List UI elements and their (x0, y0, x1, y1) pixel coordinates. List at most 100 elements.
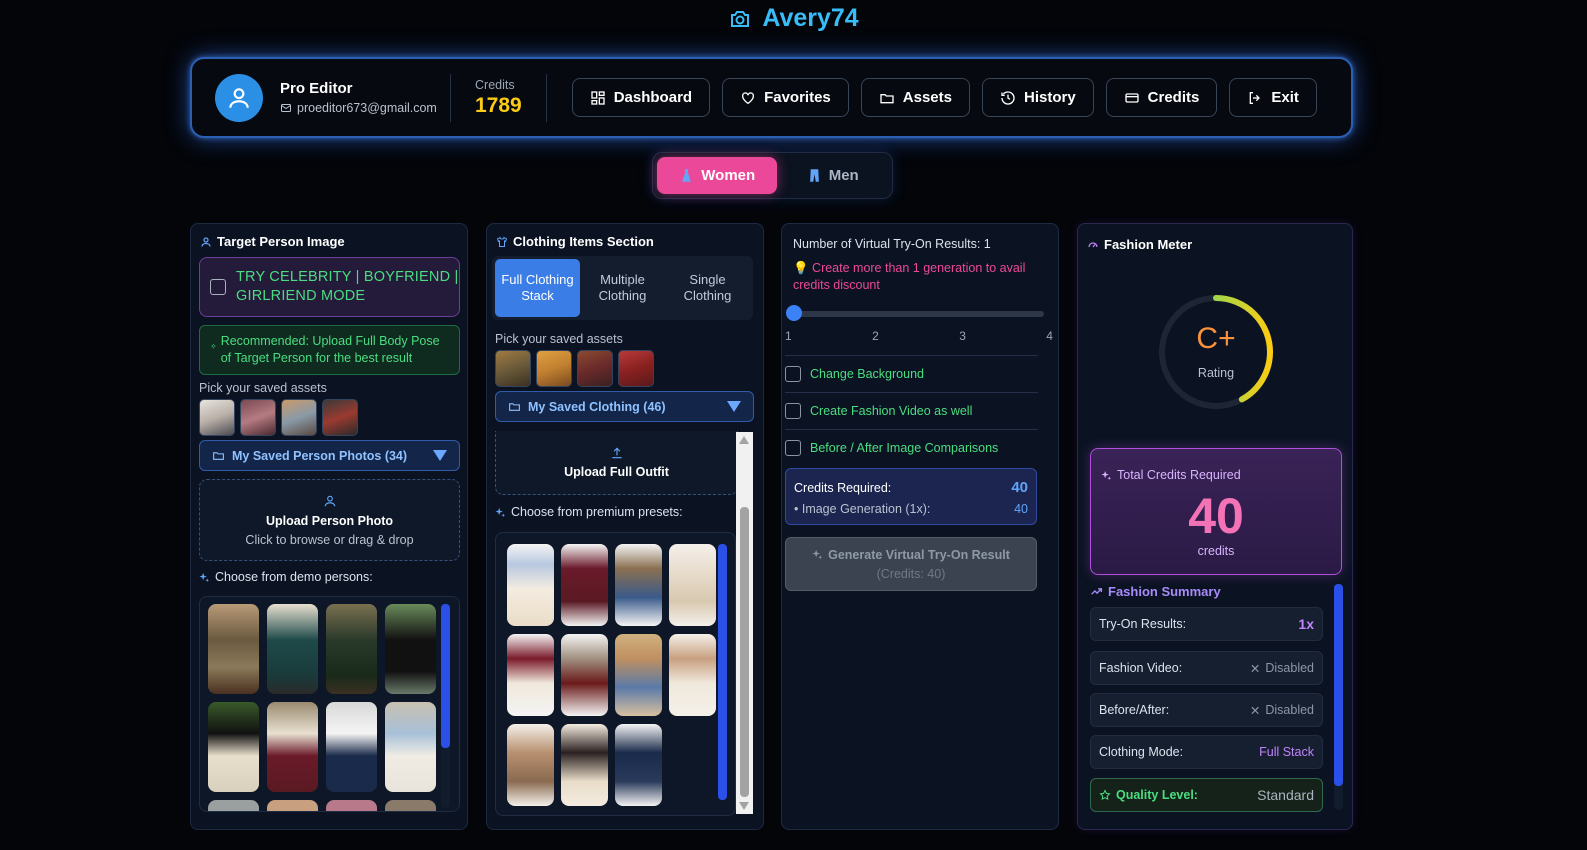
upload-full-outfit[interactable]: Upload Full Outfit (495, 431, 738, 495)
target-person-panel: Target Person Image TRY CELEBRITY | BOYF… (190, 223, 468, 830)
preset-thumb[interactable] (507, 634, 554, 716)
mode-full-stack[interactable]: Full Clothing Stack (495, 259, 580, 317)
image-generation-label: • Image Generation (1x): (794, 502, 931, 516)
results-slider[interactable] (793, 311, 1044, 317)
clothing-panel: Clothing Items Section Full Clothing Sta… (486, 223, 764, 830)
preset-thumb[interactable] (615, 634, 662, 716)
favorites-button[interactable]: Favorites (722, 78, 849, 117)
chevron-down-icon (433, 450, 447, 461)
demo-persons-label: Choose from demo persons: (199, 570, 373, 584)
recommendation-text: Recommended: Upload Full Body Pose of Ta… (220, 334, 440, 365)
scroll-down-icon[interactable] (739, 802, 749, 810)
saved-clothing-thumbs (495, 350, 654, 387)
demo-person-thumb[interactable] (208, 702, 259, 792)
logout-icon (1250, 91, 1261, 104)
exit-button[interactable]: Exit (1229, 78, 1317, 117)
tryon-config-panel: Number of Virtual Try-On Results: 1 💡 Cr… (781, 223, 1059, 830)
demo-person-thumb[interactable] (326, 604, 377, 694)
image-generation-row: • Image Generation (1x): 40 (794, 502, 1028, 516)
demo-person-thumb[interactable] (208, 800, 259, 811)
saved-person-dropdown[interactable]: My Saved Person Photos (34) (199, 440, 460, 471)
preset-thumb[interactable] (561, 634, 608, 716)
summary-scroll-thumb[interactable] (1334, 584, 1343, 786)
saved-person-thumb[interactable] (199, 399, 235, 436)
exit-label: Exit (1271, 89, 1299, 106)
saved-clothing-thumb[interactable] (495, 350, 531, 387)
option-fashion-video[interactable]: Create Fashion Video as well (785, 392, 1038, 429)
women-tab[interactable]: Women (657, 157, 778, 194)
preset-thumb[interactable] (561, 724, 608, 806)
celebrity-mode-checkbox[interactable] (210, 279, 226, 295)
summary-value: Full Stack (1259, 745, 1314, 759)
summary-row-tryon: Try-On Results: 1x (1090, 607, 1323, 641)
favorites-label: Favorites (764, 89, 831, 106)
credits-label: Credits (475, 77, 515, 92)
generate-button[interactable]: Generate Virtual Try-On Result (Credits:… (785, 537, 1037, 591)
clothing-scrollbar[interactable] (736, 432, 753, 814)
saved-clothing-thumb[interactable] (577, 350, 613, 387)
demo-person-thumb[interactable] (326, 800, 377, 811)
summary-key-text: Quality Level: (1116, 788, 1198, 802)
celebrity-mode-toggle[interactable]: TRY CELEBRITY | BOYFRIEND | GIRLRIEND MO… (199, 257, 460, 317)
preset-thumb[interactable] (615, 724, 662, 806)
slider-tick: 2 (872, 329, 879, 343)
user-icon (201, 236, 211, 247)
presets-scroll-thumb[interactable] (718, 544, 727, 800)
upload-person-title: Upload Person Photo (265, 513, 394, 528)
before-after-label: Before / After Image Comparisons (810, 441, 999, 455)
mode-single[interactable]: Single Clothing (665, 259, 750, 317)
demo-person-thumb[interactable] (385, 702, 436, 792)
trousers-icon (809, 169, 819, 182)
history-button[interactable]: History (981, 78, 1094, 117)
option-before-after[interactable]: Before / After Image Comparisons (785, 429, 1038, 466)
app-title-text: Avery74 (762, 4, 859, 32)
demo-person-thumb[interactable] (385, 800, 436, 811)
demo-person-thumb[interactable] (267, 800, 318, 811)
saved-person-thumbs (199, 399, 358, 436)
demo-person-thumb[interactable] (385, 604, 436, 694)
saved-clothing-thumb[interactable] (536, 350, 572, 387)
mode-multiple[interactable]: Multiple Clothing (580, 259, 665, 317)
men-tab[interactable]: Men (777, 157, 888, 194)
fashion-summary-title-text: Fashion Summary (1108, 584, 1221, 599)
preset-thumb[interactable] (669, 544, 716, 626)
demo-person-thumb[interactable] (208, 604, 259, 694)
preset-thumb[interactable] (669, 634, 716, 716)
saved-person-thumb[interactable] (322, 399, 358, 436)
preset-thumb[interactable] (561, 544, 608, 626)
preset-thumb[interactable] (615, 544, 662, 626)
preset-thumb[interactable] (507, 724, 554, 806)
slider-tick: 4 (1046, 329, 1053, 343)
option-change-background[interactable]: Change Background (785, 355, 1038, 392)
target-title-text: Target Person Image (217, 234, 345, 249)
change-background-checkbox[interactable] (785, 366, 801, 382)
upload-person-photo[interactable]: Upload Person Photo Click to browse or d… (199, 479, 460, 561)
grid-icon (591, 90, 605, 105)
total-credits-label-text: Total Credits Required (1117, 468, 1241, 482)
gender-toggle: Women Men (652, 152, 893, 199)
avatar[interactable] (215, 73, 263, 122)
clothing-scroll-thumb[interactable] (740, 507, 749, 797)
results-slider-handle[interactable] (786, 305, 802, 321)
credit-card-icon (1125, 92, 1139, 103)
credits-button[interactable]: Credits (1105, 78, 1218, 117)
saved-clothing-thumb[interactable] (618, 350, 654, 387)
saved-person-thumb[interactable] (281, 399, 317, 436)
saved-clothing-dropdown[interactable]: My Saved Clothing (46) (495, 391, 754, 422)
demo-person-thumb[interactable] (267, 604, 318, 694)
fashion-video-checkbox[interactable] (785, 403, 801, 419)
preset-thumb[interactable] (507, 544, 554, 626)
before-after-checkbox[interactable] (785, 440, 801, 456)
mail-icon (281, 104, 291, 112)
demo-persons-scroll-thumb[interactable] (441, 604, 450, 748)
assets-button[interactable]: Assets (860, 78, 970, 117)
x-icon: ✕ (1249, 661, 1261, 676)
presets-grid (495, 532, 736, 816)
results-count-label: Number of Virtual Try-On Results: 1 (793, 237, 991, 251)
saved-person-thumb[interactable] (240, 399, 276, 436)
scroll-up-icon[interactable] (739, 436, 749, 444)
demo-person-thumb[interactable] (267, 702, 318, 792)
upload-icon (611, 447, 622, 459)
demo-person-thumb[interactable] (326, 702, 377, 792)
dashboard-button[interactable]: Dashboard (571, 78, 711, 117)
